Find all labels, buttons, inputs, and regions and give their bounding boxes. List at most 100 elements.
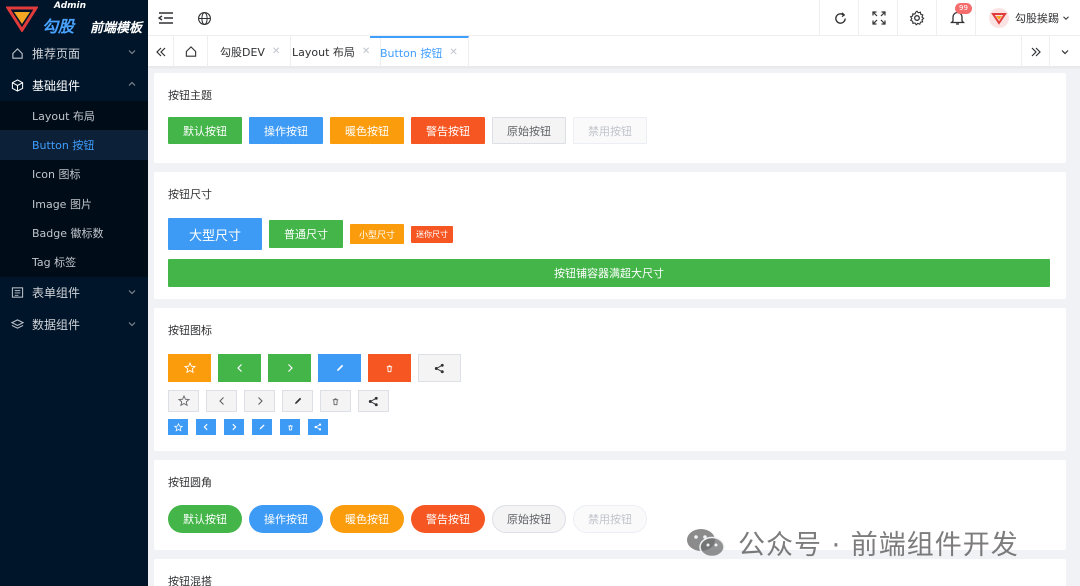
- prev-button[interactable]: [218, 354, 261, 382]
- danger-button[interactable]: 警告按钮: [411, 505, 485, 533]
- mini-button[interactable]: 迷你尺寸: [411, 225, 454, 243]
- sidebar-subitem-layout[interactable]: Layout 布局: [0, 101, 148, 130]
- close-icon[interactable]: ✕: [272, 46, 280, 57]
- chevron-down-icon: [128, 50, 136, 55]
- icon-button-row: [168, 419, 1052, 435]
- refresh-icon[interactable]: [831, 9, 849, 27]
- trash-icon: [332, 397, 339, 405]
- layers-icon: [10, 318, 24, 332]
- section-title: 按钮主题: [168, 89, 212, 102]
- section-title: 按钮圆角: [168, 476, 212, 489]
- warm-button[interactable]: 暖色按钮: [330, 505, 404, 533]
- logo[interactable]: Admin 勾股 前端模板: [0, 0, 148, 36]
- original-button[interactable]: 原始按钮: [492, 117, 566, 144]
- sidebar-subitem-button[interactable]: Button 按钮: [0, 130, 148, 160]
- star-icon: [173, 422, 183, 431]
- fullscreen-icon[interactable]: [870, 9, 888, 27]
- primary-button[interactable]: 操作按钮: [249, 117, 323, 144]
- normal-button[interactable]: 普通尺寸: [269, 220, 344, 248]
- home-icon: [185, 46, 196, 57]
- divider: [858, 0, 859, 36]
- scroll-left-button[interactable]: [148, 36, 174, 67]
- delete-button[interactable]: [280, 419, 300, 435]
- double-chevron-right-icon: [1031, 47, 1041, 56]
- chevron-down-icon: [1063, 16, 1069, 20]
- chevron-up-icon: [128, 81, 136, 86]
- edit-button[interactable]: [282, 390, 313, 412]
- button-row: 默认按钮 操作按钮 暖色按钮 警告按钮 原始按钮 禁用按钮: [168, 117, 1052, 144]
- tab-label: Layout 布局: [292, 45, 355, 59]
- sidebar-item-recommend[interactable]: 推荐页面: [0, 37, 148, 69]
- divider: [975, 0, 976, 36]
- edit-button[interactable]: [252, 419, 272, 435]
- small-button[interactable]: 小型尺寸: [350, 224, 405, 244]
- sidebar-item-form[interactable]: 表单组件: [0, 277, 148, 309]
- sidebar-item-label: 基础组件: [32, 78, 81, 93]
- share-button[interactable]: [308, 419, 328, 435]
- close-icon[interactable]: ✕: [449, 47, 457, 58]
- main-content: 按钮主题 默认按钮 操作按钮 暖色按钮 警告按钮 原始按钮 禁用按钮 按钮尺寸 …: [148, 67, 1080, 586]
- large-button[interactable]: 大型尺寸: [168, 218, 263, 250]
- prev-button[interactable]: [206, 390, 237, 412]
- original-button[interactable]: 原始按钮: [492, 505, 566, 533]
- block-button[interactable]: 按钮铺容器满超大尺寸: [168, 259, 1050, 287]
- logo-admin: Admin: [54, 1, 87, 11]
- tab-layout[interactable]: Layout 布局 ✕: [282, 36, 382, 67]
- sidebar-item-basic[interactable]: 基础组件: [0, 69, 148, 101]
- logo-icon: [6, 6, 38, 32]
- divider: [897, 0, 898, 36]
- sidebar-item-data[interactable]: 数据组件: [0, 309, 148, 341]
- sidebar-subitem-badge[interactable]: Badge 徽标数: [0, 218, 148, 247]
- divider: [819, 0, 820, 36]
- card-group: 按钮混搭: [154, 559, 1066, 586]
- disabled-button: 禁用按钮: [573, 505, 647, 533]
- star-button[interactable]: [168, 354, 211, 382]
- delete-button[interactable]: [320, 390, 351, 412]
- form-icon: [10, 286, 24, 300]
- warm-button[interactable]: 暖色按钮: [330, 117, 404, 144]
- danger-button[interactable]: 警告按钮: [411, 117, 485, 144]
- tabs-menu-button[interactable]: [1050, 36, 1080, 67]
- user-menu[interactable]: 勾股挨踢: [989, 8, 1071, 28]
- default-button[interactable]: 默认按钮: [168, 117, 242, 144]
- share-icon: [368, 396, 378, 406]
- share-button[interactable]: [418, 354, 461, 382]
- star-icon: [183, 362, 196, 374]
- edit-button[interactable]: [318, 354, 361, 382]
- scroll-right-button[interactable]: [1021, 36, 1050, 67]
- tab-home[interactable]: [174, 36, 208, 67]
- sidebar-subitem-image[interactable]: Image 图片: [0, 189, 148, 218]
- chevron-down-icon: [1061, 49, 1069, 54]
- logo-brand: 勾股: [42, 17, 75, 36]
- star-button[interactable]: [168, 390, 199, 412]
- chevron-down-icon: [128, 289, 136, 294]
- card-icon: 按钮图标: [154, 308, 1066, 451]
- notification-badge: 99: [955, 3, 972, 14]
- header: 99 勾股挨踢: [148, 0, 1080, 36]
- globe-icon[interactable]: [195, 9, 213, 27]
- wechat-icon: [687, 528, 725, 557]
- trash-icon: [287, 424, 293, 430]
- tab-gougu-dev[interactable]: 勾股DEV ✕: [210, 36, 292, 67]
- sidebar-subitem-tag[interactable]: Tag 标签: [0, 247, 148, 276]
- next-button[interactable]: [244, 390, 275, 412]
- chevron-down-icon: [128, 321, 136, 326]
- tab-button[interactable]: Button 按钮 ✕: [370, 36, 469, 67]
- prev-button[interactable]: [196, 419, 216, 435]
- user-name: 勾股挨踢: [1015, 12, 1059, 25]
- chevron-left-icon: [203, 423, 208, 431]
- star-button[interactable]: [168, 419, 188, 435]
- share-icon: [314, 423, 322, 431]
- sidebar: Admin 勾股 前端模板 推荐页面 基础组件 Layout 布局 Button…: [0, 0, 148, 586]
- watermark: 公众号 · 前端组件开发: [684, 523, 1019, 562]
- sidebar-item-label: 数据组件: [32, 318, 81, 333]
- sidebar-subitem-icon[interactable]: Icon 图标: [0, 160, 148, 189]
- default-button[interactable]: 默认按钮: [168, 505, 242, 533]
- gear-icon[interactable]: [908, 9, 926, 27]
- share-button[interactable]: [358, 390, 389, 412]
- next-button[interactable]: [268, 354, 311, 382]
- collapse-menu-icon[interactable]: [157, 9, 175, 27]
- next-button[interactable]: [224, 419, 244, 435]
- primary-button[interactable]: 操作按钮: [249, 505, 323, 533]
- delete-button[interactable]: [368, 354, 411, 382]
